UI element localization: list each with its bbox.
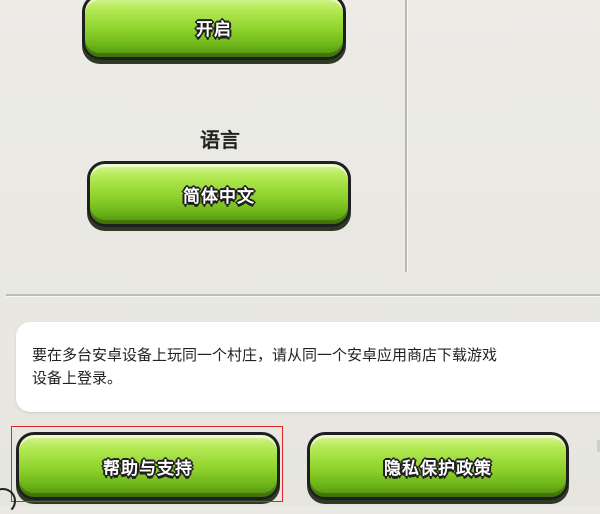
info-line-2: 设备上登录。	[32, 369, 123, 387]
language-title: 语言	[200, 128, 240, 152]
privacy-policy-button-label: 隐私保护政策	[384, 458, 492, 479]
enable-button-label: 开启	[196, 19, 232, 40]
settings-screen: 开启 语言 简体中文 要在多台安卓设备上玩同一个村庄，请从同一个安卓应用商店下载…	[0, 0, 600, 514]
vertical-divider	[405, 0, 407, 272]
info-line-1: 要在多台安卓设备上玩同一个村庄，请从同一个安卓应用商店下载游戏	[32, 346, 498, 364]
privacy-policy-button[interactable]: 隐私保护政策	[307, 432, 569, 500]
horizontal-divider	[6, 294, 600, 296]
selection-highlight	[11, 426, 283, 502]
info-text: 要在多台安卓设备上玩同一个村庄，请从同一个安卓应用商店下载游戏 设备上登录。	[32, 344, 600, 390]
language-button[interactable]: 简体中文	[87, 161, 351, 227]
enable-button[interactable]: 开启	[82, 0, 346, 60]
language-button-label: 简体中文	[183, 186, 255, 207]
